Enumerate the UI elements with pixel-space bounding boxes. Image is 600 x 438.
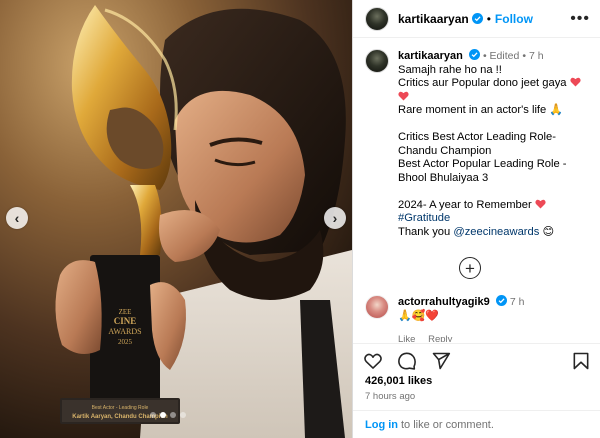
chevron-right-icon: › (332, 210, 338, 226)
post-side-panel: kartikaaryan • Follow ••• kartikaaryan •… (352, 0, 600, 438)
comment-reply-button[interactable]: Reply (428, 334, 452, 342)
more-options-icon[interactable]: ••• (570, 10, 590, 27)
commenter-avatar[interactable] (365, 295, 389, 319)
trophy-photo: ZEE CINE AWARDS 2025 Best Actor - Leadin… (0, 0, 352, 438)
caption-line-with-heart: 2024- A year to Remember (398, 199, 589, 213)
separator-dot: • (482, 50, 490, 62)
login-suffix: to like or comment. (401, 418, 494, 431)
caption-line-heart (398, 91, 589, 105)
comment-icon[interactable] (397, 351, 417, 371)
login-prompt: Log in to like or comment. (353, 410, 600, 438)
carousel-dots (150, 412, 186, 418)
trophy-text-1: ZEE (119, 308, 132, 316)
login-link[interactable]: Log in (365, 419, 398, 431)
comment-item: actorrahultyagik9 7 h 🙏🥰❤️ Like Reply (365, 295, 590, 342)
caption-time[interactable]: 7 h (529, 50, 544, 62)
caption-line-text: Critics aur Popular dono jeet gaya (398, 77, 567, 89)
comments-section: kartikaaryan • Edited • 7 h Samajh rahe … (353, 39, 600, 342)
commenter-username[interactable]: actorrahultyagik9 (398, 296, 490, 308)
plus-circle-icon: + (465, 258, 475, 278)
thanks-prefix: Thank you (398, 225, 451, 238)
post-media[interactable]: ZEE CINE AWARDS 2025 Best Actor - Leadin… (0, 0, 352, 438)
carousel-dot-active (160, 412, 166, 418)
comment-like-button[interactable]: Like (398, 334, 415, 342)
previous-image-button[interactable]: ‹ (6, 207, 28, 229)
post-header: kartikaaryan • Follow ••• (353, 0, 600, 38)
edited-label: Edited (489, 50, 520, 62)
separator-dot: • (486, 11, 491, 26)
mention-link[interactable]: @zeecineawards (453, 226, 539, 238)
likes-count[interactable]: 426,001 likes (365, 375, 432, 387)
comment-time[interactable]: 7 h (510, 296, 525, 308)
post-caption: kartikaaryan • Edited • 7 h Samajh rahe … (353, 39, 600, 239)
caption-thanks-line: Thank you @zeecineawards 😊 (398, 226, 589, 240)
avatar[interactable] (365, 6, 389, 31)
caption-line: Bhool Bhulaiyaa 3 (398, 171, 489, 184)
red-heart-icon (398, 91, 409, 101)
chevron-left-icon: ‹ (14, 210, 20, 226)
trophy-text-3: AWARDS (108, 327, 141, 336)
caption-line-with-heart: Critics aur Popular dono jeet gaya (398, 77, 589, 91)
caption-avatar[interactable] (365, 49, 389, 73)
verified-badge-icon (495, 295, 507, 306)
next-image-button[interactable]: › (324, 207, 346, 229)
load-more-comments-button[interactable]: + (459, 257, 481, 279)
caption-username[interactable]: kartikaaryan (398, 50, 463, 62)
carousel-dot (180, 412, 186, 418)
verified-badge-icon (468, 49, 480, 60)
share-icon[interactable] (431, 351, 451, 371)
follow-button[interactable]: Follow (495, 12, 533, 26)
red-heart-icon (535, 199, 546, 209)
post-timestamp[interactable]: 7 hours ago (365, 391, 415, 402)
hashtag-link[interactable]: #Gratitude (398, 212, 589, 226)
caption-line: Chandu Champion (398, 144, 492, 157)
separator-dot: • (522, 50, 529, 62)
post-actions-bar (353, 343, 600, 377)
carousel-dot (170, 412, 176, 418)
username-link[interactable]: kartikaaryan (398, 12, 469, 26)
carousel-dot (150, 412, 156, 418)
caption-line-text: 2024- A year to Remember (398, 198, 532, 211)
plate-text-1: Best Actor - Leading Role (92, 405, 149, 411)
red-heart-icon (570, 77, 581, 87)
smile-emoji: 😊 (542, 225, 555, 238)
trophy-text-4: 2025 (118, 338, 133, 346)
trophy-text-2: CINE (114, 316, 137, 326)
caption-line: Critics Best Actor Leading Role- (398, 131, 556, 143)
verified-badge-icon (471, 13, 483, 24)
comment-text: 🙏🥰❤️ (398, 310, 440, 322)
caption-line: Samajh rahe ho na !! (398, 63, 502, 76)
heart-icon[interactable] (363, 351, 383, 371)
caption-line: Rare moment in an actor's life 🙏 (398, 104, 564, 116)
save-icon[interactable] (571, 351, 591, 371)
caption-line: Best Actor Popular Leading Role - (398, 158, 567, 170)
